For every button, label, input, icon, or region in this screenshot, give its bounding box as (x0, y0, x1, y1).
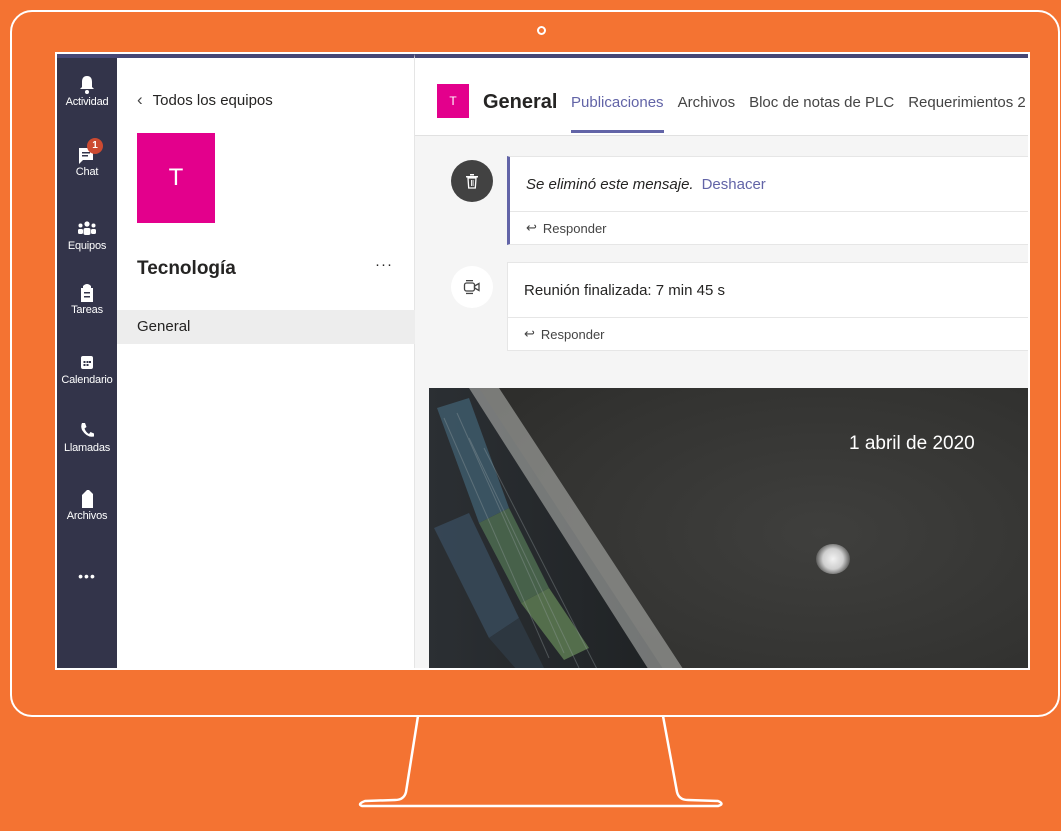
rail-label: Tareas (71, 304, 103, 316)
deleted-message-post: Se eliminó este mensaje. Deshacer ↩ Resp… (507, 156, 1028, 245)
shared-photo[interactable]: 1 abril de 2020 (429, 388, 1028, 668)
chevron-left-icon: ‹ (137, 90, 143, 109)
reply-arrow-icon: ↩ (524, 326, 535, 341)
rail-item-calendario[interactable]: Calendario (57, 352, 117, 386)
post-body: Se eliminó este mensaje. Deshacer (510, 157, 1028, 211)
rail-item-tareas[interactable]: Tareas (57, 282, 117, 316)
channel-header: T General Publicaciones Archivos Bloc de… (415, 58, 1028, 136)
meeting-ended-post: Reunión finalizada: 7 min 45 s ↩ Respond… (507, 262, 1028, 351)
rail-item-llamadas[interactable]: Llamadas (57, 420, 117, 454)
rail-label: Chat (75, 166, 99, 178)
phone-icon (81, 423, 94, 437)
reply-arrow-icon: ↩ (526, 220, 537, 235)
undo-link[interactable]: Deshacer (702, 176, 766, 193)
rail-label: Equipos (67, 240, 107, 252)
post-body: Reunión finalizada: 7 min 45 s (508, 263, 1028, 317)
back-to-teams-link[interactable]: ‹ Todos los equipos (137, 90, 273, 110)
tab-requerimientos[interactable]: Requerimientos 2 (908, 94, 1026, 134)
rail-item-chat[interactable]: 1 Chat (57, 138, 117, 178)
channel-main: T General Publicaciones Archivos Bloc de… (415, 54, 1028, 668)
rail-more-button[interactable]: ••• (57, 568, 117, 584)
calendar-icon (81, 356, 93, 369)
photo-date: 1 abril de 2020 (849, 433, 975, 454)
reply-label: Responder (542, 220, 607, 236)
file-icon (82, 490, 93, 508)
bookshelf-image (429, 388, 683, 668)
rail-item-archivos[interactable]: Archivos (57, 488, 117, 522)
tab-archivos[interactable]: Archivos (678, 94, 736, 134)
meeting-ended-text: Reunión finalizada: 7 min 45 s (524, 281, 725, 299)
screen: Actividad 1 Chat Equipos Tareas Calendar… (55, 52, 1030, 670)
channel-item-general[interactable]: General (117, 310, 415, 344)
rail-item-equipos[interactable]: Equipos (57, 218, 117, 252)
ceiling-light (816, 544, 850, 574)
team-panel: ‹ Todos los equipos T Tecnología ··· Gen… (117, 54, 415, 668)
tab-bloc-de-notas[interactable]: Bloc de notas de PLC (749, 94, 894, 134)
channel-tabs: Publicaciones Archivos Bloc de notas de … (571, 94, 1026, 134)
app-rail: Actividad 1 Chat Equipos Tareas Calendar… (57, 54, 117, 668)
reply-button[interactable]: ↩ Responder (510, 211, 1028, 244)
teams-icon (78, 221, 96, 235)
trash-icon (451, 160, 493, 202)
bell-icon (80, 76, 94, 94)
rail-label: Llamadas (63, 442, 111, 454)
deleted-message-text: Se eliminó este mensaje. (526, 175, 694, 193)
reply-label: Responder (540, 326, 605, 342)
channel-avatar: T (437, 84, 469, 118)
rail-item-actividad[interactable]: Actividad (57, 74, 117, 108)
rail-label: Archivos (66, 510, 108, 522)
rail-label: Calendario (61, 374, 113, 386)
back-label: Todos los equipos (152, 91, 273, 109)
chat-badge: 1 (87, 138, 103, 154)
assignments-icon (81, 284, 93, 302)
tab-publicaciones[interactable]: Publicaciones (571, 94, 664, 134)
channel-title: General (483, 91, 558, 113)
rail-label: Actividad (65, 96, 109, 108)
team-avatar: T (137, 133, 215, 223)
reply-button[interactable]: ↩ Responder (508, 317, 1028, 350)
meeting-icon (451, 266, 493, 308)
team-name: Tecnología (137, 258, 236, 279)
team-more-button[interactable]: ··· (375, 256, 393, 273)
